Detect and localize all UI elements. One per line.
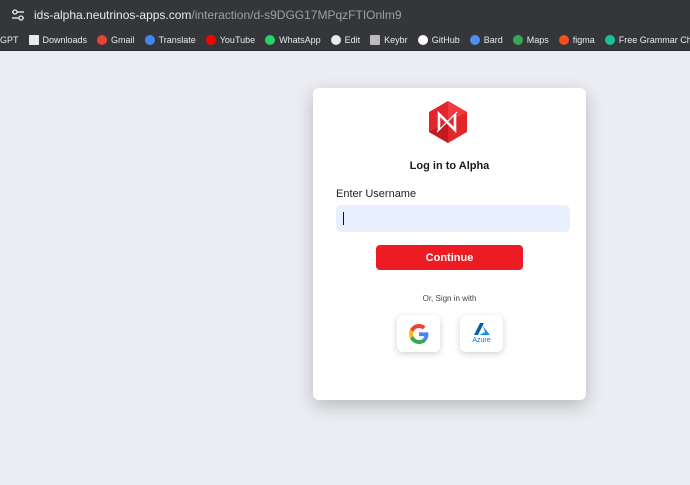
page-title: Log in to Alpha [409, 160, 490, 172]
bookmark-label: Downloads [42, 34, 88, 45]
youtube-icon [205, 34, 216, 45]
github-icon [417, 34, 428, 45]
address-bar[interactable]: ids-alpha.neutrinos-apps.com/interaction… [0, 0, 690, 29]
username-input[interactable] [336, 205, 570, 232]
bookmark-gpt[interactable]: GPT [0, 29, 24, 50]
bookmark-translate[interactable]: Translate [140, 29, 201, 50]
keybr-icon [370, 34, 381, 45]
bookmark-downloads[interactable]: Downloads [24, 29, 93, 50]
url-text[interactable]: ids-alpha.neutrinos-apps.com/interaction… [34, 8, 402, 22]
bookmark-label: Bard [483, 34, 503, 45]
bookmark-keybr[interactable]: Keybr [365, 29, 413, 50]
gmail-icon [97, 34, 108, 45]
grammar-icon [604, 34, 615, 45]
url-path: /interaction/d-s9DGG17MPqzFTIOnlm9 [191, 7, 402, 22]
figma-icon [558, 34, 569, 45]
bookmark-label: Maps [526, 34, 549, 45]
bookmark-figma[interactable]: figma [554, 29, 600, 50]
bookmark-maps[interactable]: Maps [508, 29, 554, 50]
alpha-logo-icon [429, 101, 467, 143]
bookmark-label: Edit [344, 34, 361, 45]
azure-label: Azure [472, 337, 491, 344]
bookmark-label: GPT [0, 34, 19, 45]
google-icon [408, 323, 428, 344]
continue-button[interactable]: Continue [376, 245, 523, 270]
sso-divider-text: Or, Sign in with [422, 294, 477, 303]
google-sign-in-button[interactable] [397, 315, 440, 352]
text-caret [343, 212, 344, 225]
azure-sign-in-button[interactable]: Azure [460, 315, 503, 352]
username-label: Enter Username [336, 188, 417, 200]
bookmark-label: YouTube [219, 34, 256, 45]
bookmark-label: GitHub [431, 34, 460, 45]
bookmark-label: WhatsApp [279, 34, 321, 45]
bookmark-gmail[interactable]: Gmail [92, 29, 140, 50]
azure-icon [473, 323, 490, 335]
bookmark-free-grammar-chec[interactable]: Free Grammar Chec... [600, 29, 690, 50]
login-card: Log in to Alpha Enter Username Continue … [313, 88, 586, 400]
bookmark-github[interactable]: GitHub [413, 29, 465, 50]
site-settings-icon[interactable] [6, 0, 30, 29]
bookmark-label: Free Grammar Chec... [618, 34, 690, 45]
bookmarks-bar: GPT Downloads Gmail Translate YouTube WhatsAp… [0, 29, 690, 51]
whatsapp-icon [265, 34, 276, 45]
bookmark-label: Translate [158, 34, 196, 45]
maps-icon [512, 34, 523, 45]
bookmark-bard[interactable]: Bard [465, 29, 508, 50]
bard-icon [469, 34, 480, 45]
bookmark-whatsapp[interactable]: WhatsApp [260, 29, 326, 50]
globe-icon [330, 34, 341, 45]
translate-icon [144, 34, 155, 45]
bookmark-label: Gmail [111, 34, 135, 45]
bookmark-youtube[interactable]: YouTube [201, 29, 260, 50]
url-host: ids-alpha.neutrinos-apps.com [34, 7, 192, 22]
bookmark-edit[interactable]: Edit [326, 29, 366, 50]
bookmark-label: figma [572, 34, 595, 45]
bookmark-label: Keybr [384, 34, 408, 45]
download-icon [28, 34, 39, 45]
